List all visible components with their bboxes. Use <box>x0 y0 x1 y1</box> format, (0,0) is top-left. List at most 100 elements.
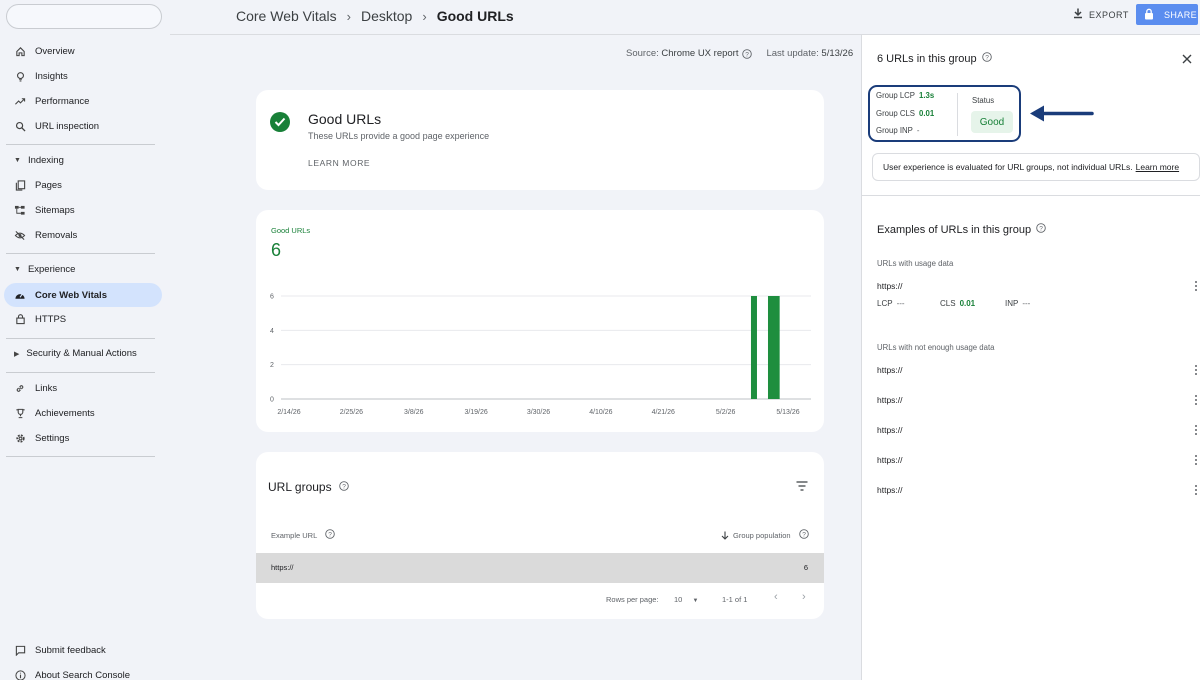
url-groups-title-text: URL groups <box>268 480 332 494</box>
divider <box>862 195 1200 196</box>
sidebar-item-label: Achievements <box>35 407 95 419</box>
sidebar-item-pages[interactable]: Pages <box>4 173 162 197</box>
feedback-icon <box>14 644 26 656</box>
help-icon[interactable]: ? <box>798 529 809 541</box>
not-enough-data-label: URLs with not enough usage data <box>877 343 995 352</box>
example-url[interactable]: https:// <box>877 425 903 435</box>
sidebar-item-label: Settings <box>35 432 70 444</box>
sidebar-item-insights[interactable]: Insights <box>4 64 162 88</box>
examples-title: Examples of URLs in this group ? <box>877 223 1046 236</box>
share-button[interactable]: SHARE <box>1136 4 1198 25</box>
sidebar-item-label: About Search Console <box>35 669 131 680</box>
help-icon[interactable]: ? <box>338 480 349 494</box>
panel-title-text: 6 URLs in this group <box>877 52 977 65</box>
export-label: EXPORT <box>1089 9 1129 20</box>
arrow-down-icon <box>721 531 729 540</box>
metric-name: CLS <box>940 299 956 308</box>
source-value: Chrome UX report <box>661 48 739 59</box>
caret-right-icon: ▶ <box>14 350 20 358</box>
svg-text:?: ? <box>1039 225 1043 232</box>
url-groups-card: URL groups ? Example URL ? Group populat… <box>256 452 824 619</box>
more-vert-icon[interactable] <box>1195 281 1200 291</box>
chevron-right-icon: › <box>346 8 351 24</box>
more-vert-icon[interactable] <box>1195 485 1200 495</box>
help-icon[interactable]: ? <box>325 529 336 541</box>
y-tick-label: 2 <box>270 362 274 369</box>
examples-title-text: Examples of URLs in this group <box>877 223 1032 236</box>
more-vert-icon[interactable] <box>1195 395 1200 405</box>
rows-per-page-select[interactable]: 10 ▼ <box>674 595 698 604</box>
more-vert-icon[interactable] <box>1195 425 1200 435</box>
sidebar-item-achievements[interactable]: Achievements <box>4 401 162 425</box>
info-text: User experience is evaluated for URL gro… <box>883 162 1133 172</box>
sidebar-section-experience[interactable]: ▼ Experience <box>14 264 75 275</box>
row-url: https:// <box>271 563 294 572</box>
next-page-button[interactable]: › <box>802 591 806 603</box>
chart-bar <box>767 296 774 399</box>
property-search-input[interactable] <box>6 4 162 29</box>
share-label: SHARE <box>1164 9 1198 20</box>
sidebar-item-submit-feedback[interactable]: Submit feedback <box>4 638 162 662</box>
sidebar-section-indexing[interactable]: ▼ Indexing <box>14 155 64 166</box>
group-inp: Group INP - <box>876 126 919 135</box>
example-url[interactable]: https:// <box>877 281 903 291</box>
sitemap-icon <box>14 204 26 216</box>
svg-text:?: ? <box>328 531 332 538</box>
link-icon <box>14 382 26 394</box>
sidebar-item-label: Sitemaps <box>35 204 75 216</box>
example-url[interactable]: https:// <box>877 485 903 495</box>
learn-more-link[interactable]: LEARN MORE <box>308 158 370 168</box>
x-tick-label: 4/10/26 <box>589 409 612 416</box>
sidebar-item-links[interactable]: Links <box>4 376 162 400</box>
sidebar-item-sitemaps[interactable]: Sitemaps <box>4 198 162 222</box>
info-icon <box>14 669 26 680</box>
export-button[interactable]: EXPORT <box>1073 8 1129 21</box>
sidebar-section-security[interactable]: ▶ Security & Manual Actions <box>14 348 137 359</box>
data-source-info: Source: Chrome UX report ? Last update: … <box>626 48 853 59</box>
help-icon[interactable]: ? <box>742 48 753 59</box>
sidebar-item-core-web-vitals[interactable]: Core Web Vitals <box>4 283 162 307</box>
example-url[interactable]: https:// <box>877 395 903 405</box>
x-tick-label: 5/2/26 <box>716 409 736 416</box>
sidebar-item-label: Performance <box>35 95 90 107</box>
column-header-example-url: Example URL ? <box>271 529 336 541</box>
speed-icon <box>14 289 26 301</box>
lock-icon <box>14 313 26 325</box>
sidebar-item-label: Pages <box>35 179 62 191</box>
sidebar-item-removals[interactable]: Removals <box>4 223 162 247</box>
svg-text:?: ? <box>802 531 806 538</box>
breadcrumb-core-web-vitals[interactable]: Core Web Vitals <box>236 8 337 24</box>
close-icon[interactable] <box>1182 53 1192 67</box>
chart-bar <box>750 296 757 399</box>
status-badge: Good <box>971 111 1013 133</box>
learn-more-link[interactable]: Learn more <box>1136 162 1179 172</box>
sidebar-divider <box>6 456 155 457</box>
filter-icon[interactable] <box>796 480 808 494</box>
prev-page-button[interactable]: ‹ <box>774 591 778 603</box>
svg-text:?: ? <box>342 483 346 490</box>
sidebar-item-https[interactable]: HTTPS <box>4 307 162 331</box>
sidebar-item-about[interactable]: About Search Console <box>4 663 162 680</box>
metric-value: 0.01 <box>959 299 976 308</box>
help-icon[interactable]: ? <box>981 52 992 65</box>
card-subtitle: These URLs provide a good page experienc… <box>308 131 490 141</box>
trophy-icon <box>14 407 26 419</box>
breadcrumb-desktop[interactable]: Desktop <box>361 8 412 24</box>
sidebar-item-overview[interactable]: Overview <box>4 39 162 63</box>
breadcrumb: Core Web Vitals › Desktop › Good URLs <box>236 8 514 24</box>
more-vert-icon[interactable] <box>1195 365 1200 375</box>
table-row[interactable]: https:// 6 <box>256 553 824 583</box>
more-vert-icon[interactable] <box>1195 455 1200 465</box>
url-cls: CLS 0.01 <box>940 299 975 308</box>
example-url[interactable]: https:// <box>877 365 903 375</box>
example-url[interactable]: https:// <box>877 455 903 465</box>
sidebar-divider <box>6 338 155 339</box>
sidebar-item-settings[interactable]: Settings <box>4 426 162 450</box>
update-label: Last update: <box>766 48 819 59</box>
help-icon[interactable]: ? <box>1036 223 1046 236</box>
sidebar-item-url-inspection[interactable]: URL inspection <box>4 114 162 138</box>
url-group-detail-panel: 6 URLs in this group ? Group LCP 1.3s Gro… <box>861 35 1200 680</box>
sidebar-item-performance[interactable]: Performance <box>4 89 162 113</box>
caret-down-icon: ▼ <box>692 598 699 604</box>
column-header-group-population[interactable]: Group population ? <box>721 529 809 541</box>
